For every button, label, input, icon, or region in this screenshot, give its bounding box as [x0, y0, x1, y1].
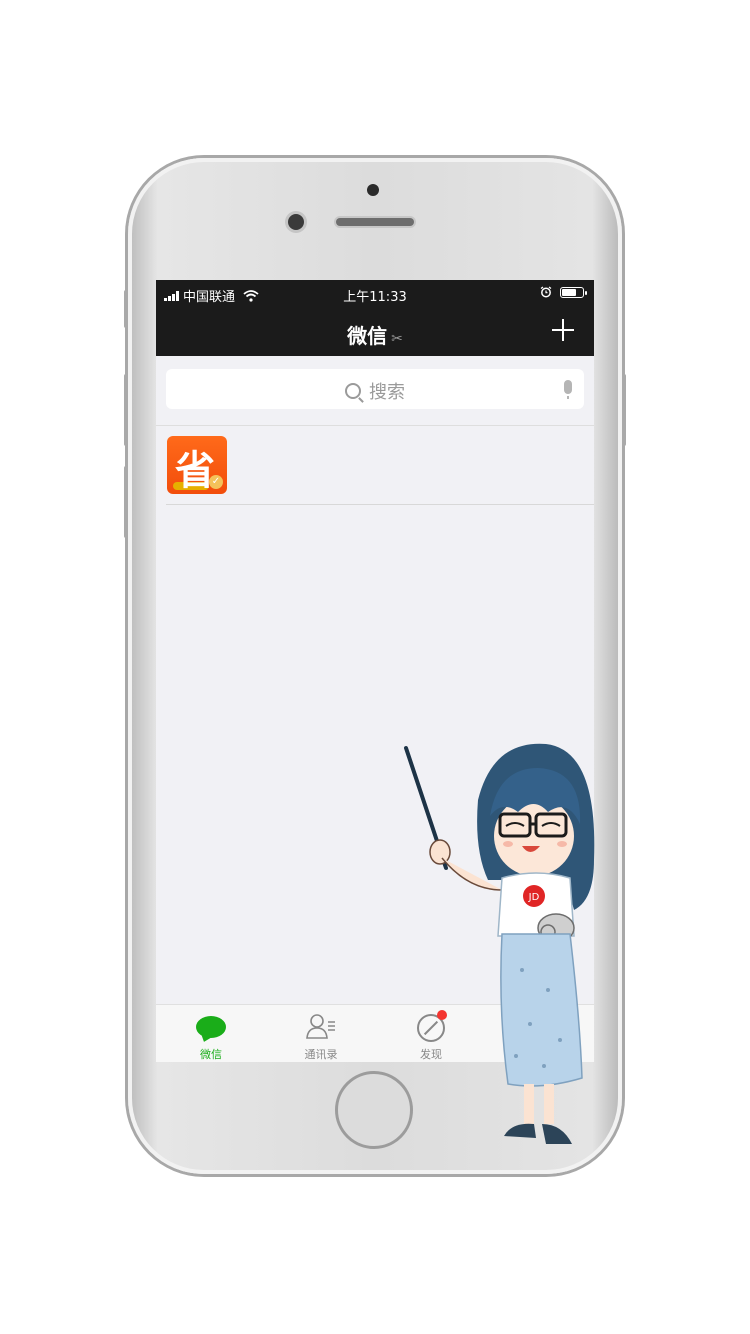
tab-label-chats: 微信 — [200, 1048, 222, 1061]
app-logo-icon: 省 ✓ — [167, 436, 227, 494]
tab-chats[interactable]: 微信 — [156, 1005, 266, 1062]
status-bar: 中国联通 上午11:33 — [156, 280, 594, 308]
tab-contacts[interactable]: 通讯录 — [266, 1005, 376, 1062]
tab-label-contacts: 通讯录 — [304, 1048, 338, 1061]
status-time: 上午11:33 — [343, 290, 407, 305]
nav-title: 微信 — [347, 324, 388, 348]
power-button — [622, 374, 626, 446]
volume-down-button — [124, 466, 128, 538]
earpiece-speaker — [336, 218, 414, 226]
mute-switch — [124, 290, 128, 328]
chat-list-item[interactable]: 省 ✓ — [156, 426, 594, 504]
nav-bar: 微信 ✂ — [156, 308, 594, 356]
search-icon — [345, 383, 361, 399]
mic-icon[interactable] — [564, 380, 572, 399]
ear-icon: ✂ — [391, 331, 403, 347]
contacts-icon — [306, 1014, 335, 1039]
battery-icon — [560, 286, 587, 298]
battery-level — [562, 288, 576, 296]
plus-icon[interactable] — [552, 319, 574, 341]
page: 中国联通 上午11:33 微信 ✂ 搜索 省 ✓ 微信 通讯录 发现 JD — [0, 0, 750, 1334]
check-icon: ✓ — [209, 475, 223, 489]
proximity-sensor — [288, 214, 304, 230]
nav-title-wrap: 微信 ✂ — [156, 320, 594, 349]
mascot-illustration: JD — [404, 743, 595, 1144]
status-right — [540, 286, 587, 298]
front-camera — [367, 184, 379, 196]
chat-bubble-icon — [196, 1016, 226, 1038]
search-placeholder: 搜索 — [369, 382, 405, 403]
list-item-divider — [166, 504, 594, 505]
search-bar[interactable]: 搜索 — [166, 369, 584, 409]
search-placeholder-wrap: 搜索 — [166, 378, 584, 404]
alarm-icon — [540, 286, 552, 298]
mascot-badge-text: JD — [528, 892, 540, 903]
volume-up-button — [124, 374, 128, 446]
